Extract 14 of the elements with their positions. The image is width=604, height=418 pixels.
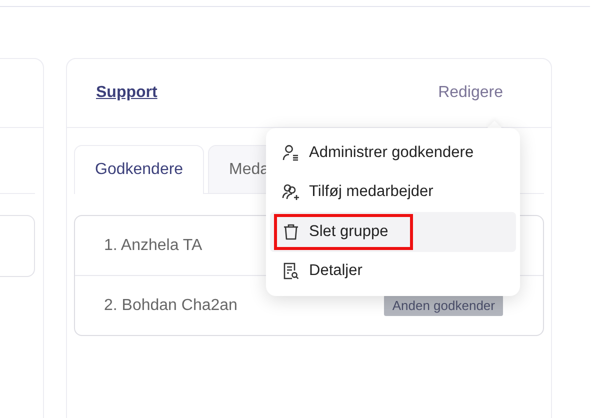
menu-item[interactable]: Administrer godkendere	[270, 133, 516, 172]
edit-link[interactable]: Redigere	[438, 84, 503, 102]
tab[interactable]: Godkendere	[74, 145, 204, 194]
menu-item[interactable]: Tilføj medarbejder	[270, 172, 516, 212]
document-search-icon	[282, 262, 300, 280]
approver-name: 2. Bohdan Cha2an	[104, 296, 238, 314]
approver-name: 1. Anzhela TA	[104, 236, 202, 254]
role-badge: Anden godkender	[384, 295, 503, 316]
group-title[interactable]: Support	[96, 84, 158, 102]
trash-icon	[282, 222, 300, 241]
menu-item[interactable]: Slet gruppe	[270, 212, 516, 252]
users-add-icon	[282, 183, 300, 202]
menu-item[interactable]: Detaljer	[270, 252, 516, 291]
user-list-icon	[282, 144, 300, 162]
